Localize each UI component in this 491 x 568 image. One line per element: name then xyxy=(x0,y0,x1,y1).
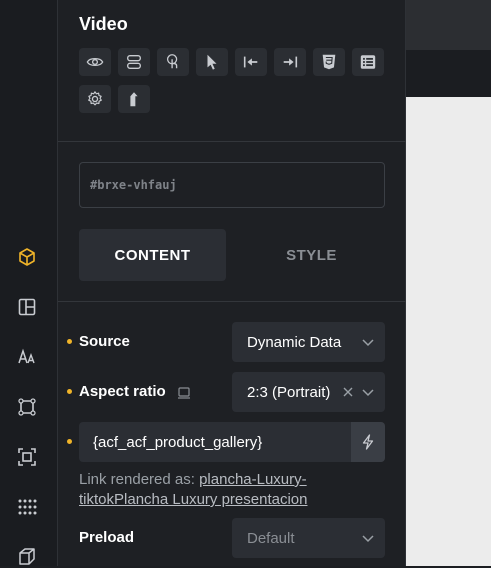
source-label: Source xyxy=(79,333,130,350)
source-select[interactable]: Dynamic Data xyxy=(232,322,385,362)
aspect-ratio-select[interactable]: 2:3 (Portrait) xyxy=(232,372,385,412)
list-button[interactable] xyxy=(352,48,384,76)
lightning-icon xyxy=(362,434,374,450)
typography-icon[interactable] xyxy=(16,346,38,368)
canvas-top xyxy=(406,0,491,50)
arrow-right-bar-button[interactable] xyxy=(274,48,306,76)
aspect-ratio-select-value: 2:3 (Portrait) xyxy=(247,383,331,401)
divider xyxy=(58,301,406,302)
eye-button[interactable] xyxy=(79,48,111,76)
chevron-down-icon xyxy=(362,389,374,397)
gear-icon xyxy=(88,91,102,106)
canvas-preview[interactable] xyxy=(406,97,491,566)
settings-button[interactable] xyxy=(79,85,111,113)
cursor-icon xyxy=(207,54,217,70)
preload-label: Preload xyxy=(79,529,135,546)
grid-dots-icon[interactable] xyxy=(16,496,38,518)
dynamic-data-input[interactable]: {acf_acf_product_gallery} xyxy=(79,422,351,462)
layout-icon[interactable] xyxy=(16,296,38,318)
source-select-value: Dynamic Data xyxy=(247,333,342,351)
panel-title: Video xyxy=(79,14,128,34)
css3-button[interactable] xyxy=(313,48,345,76)
toggle-button[interactable] xyxy=(118,48,150,76)
responsive-breakpoint-icon[interactable] xyxy=(177,386,191,400)
tab-content[interactable]: CONTENT xyxy=(79,229,226,281)
parent-element-button[interactable] xyxy=(118,85,150,113)
eye-icon xyxy=(86,57,104,67)
modified-indicator-dot xyxy=(67,439,72,444)
canvas-header-bar xyxy=(406,50,491,97)
aspect-ratio-label: Aspect ratio xyxy=(79,383,166,400)
arrow-right-bar-icon xyxy=(283,56,298,68)
chevron-down-icon xyxy=(362,339,374,347)
divider xyxy=(58,141,406,142)
modified-indicator-dot xyxy=(67,389,72,394)
frame-icon[interactable] xyxy=(16,446,38,468)
link-rendered-prefix: Link rendered as: xyxy=(79,471,200,488)
arrow-left-bar-icon xyxy=(243,56,258,68)
chevron-down-icon xyxy=(362,535,374,543)
element-id-field[interactable] xyxy=(79,162,385,208)
cube-icon[interactable] xyxy=(16,246,38,268)
preload-select-value: Default xyxy=(247,529,295,547)
cursor-button[interactable] xyxy=(196,48,228,76)
dynamic-data-button[interactable] xyxy=(351,422,385,462)
pointer-touch-button[interactable] xyxy=(157,48,189,76)
toggle-icon xyxy=(127,55,141,69)
preload-select[interactable]: Default xyxy=(232,518,385,558)
left-sidebar xyxy=(0,0,58,566)
clear-icon[interactable] xyxy=(341,385,355,399)
component-icon[interactable] xyxy=(16,396,38,418)
css3-icon xyxy=(322,54,336,70)
modified-indicator-dot xyxy=(67,339,72,344)
element-settings-panel: Video CONTENT STYLE Source Dynamic Data xyxy=(58,0,406,566)
link-rendered-note: Link rendered as: plancha-Luxury-tiktokP… xyxy=(79,470,379,510)
tab-style[interactable]: STYLE xyxy=(238,229,385,281)
list-icon xyxy=(360,55,376,69)
pointer-touch-icon xyxy=(166,54,178,69)
arrow-up-icon xyxy=(130,92,138,107)
arrow-left-bar-button[interactable] xyxy=(235,48,267,76)
box-icon[interactable] xyxy=(16,546,38,568)
